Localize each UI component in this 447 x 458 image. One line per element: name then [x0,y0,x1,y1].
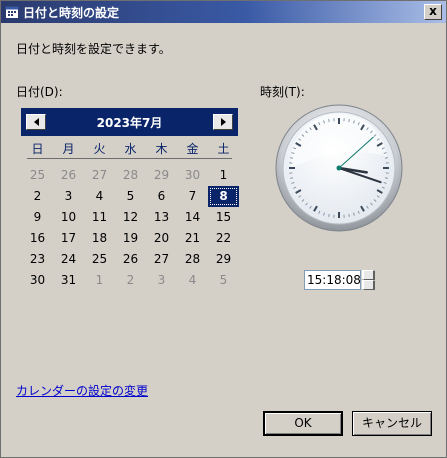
title-bar: 日付と時刻の設定 x [1,1,446,23]
calendar-day[interactable]: 5 [115,186,146,207]
ok-button[interactable]: OK [263,411,343,436]
calendar-day[interactable]: 4 [177,270,208,291]
calendar-day[interactable]: 20 [146,228,177,249]
weekday-label: 土 [217,142,230,156]
calendar-day[interactable]: 8 [208,186,239,207]
calendar-day[interactable]: 6 [146,186,177,207]
calendar-day[interactable]: 21 [177,228,208,249]
clock-tick [384,177,389,179]
time-down-button[interactable] [362,280,375,290]
calendar-app-icon [5,6,19,19]
weekday-label: 日 [31,142,44,156]
dialog-description: 日付と時刻を設定できます。 [16,42,171,56]
calendar-day[interactable]: 24 [53,249,84,270]
calendar-day[interactable]: 22 [208,228,239,249]
calendar-day[interactable]: 31 [53,270,84,291]
calendar-day[interactable]: 26 [115,249,146,270]
calendar-day[interactable]: 17 [53,228,84,249]
clock-center [336,165,342,171]
clock-tick [289,177,294,179]
calendar-day[interactable]: 7 [177,186,208,207]
arrow-up-icon [363,270,374,280]
weekday-label: 金 [186,142,199,156]
weekday-label: 火 [93,142,106,156]
calendar-day[interactable]: 27 [146,249,177,270]
weekday-label: 水 [124,142,137,156]
calendar-day[interactable]: 2 [115,270,146,291]
change-calendar-settings-link[interactable]: カレンダーの設定の変更 [16,382,148,399]
time-up-button[interactable] [362,270,375,280]
clock-tick [328,118,330,123]
calendar-day[interactable]: 5 [208,270,239,291]
calendar-day[interactable]: 3 [146,270,177,291]
close-icon: x [429,4,437,18]
clock-tick [289,157,294,159]
time-spinner[interactable] [362,270,375,290]
time-input[interactable]: 15:18:08 [304,270,361,290]
calendar-day[interactable]: 25 [22,165,53,186]
cancel-button[interactable]: キャンセル [352,411,432,436]
calendar-day[interactable]: 28 [177,249,208,270]
time-label: 時刻(T): [260,85,305,99]
clock-tick [384,157,389,159]
date-time-dialog: 日付と時刻の設定 x 日付と時刻を設定できます。 日付(D): 時刻(T): 2… [0,0,447,458]
calendar-header: 2023年7月 [21,108,238,136]
calendar-day[interactable]: 2 [22,186,53,207]
calendar-day[interactable]: 29 [208,249,239,270]
calendar-day[interactable]: 18 [84,228,115,249]
calendar-day[interactable]: 25 [84,249,115,270]
clock-tick [348,213,350,218]
date-label: 日付(D): [16,85,63,99]
month-calendar: 2023年7月 日月火水木金土 25 26 27 28 29 30 1 2 3 4 5 6 7 8 9 10 1… [21,108,239,287]
calendar-day[interactable]: 28 [115,165,146,186]
calendar-day[interactable]: 1 [208,165,239,186]
close-button[interactable]: x [424,4,442,20]
calendar-day[interactable]: 9 [22,207,53,228]
window-title: 日付と時刻の設定 [23,6,120,20]
calendar-day[interactable]: 11 [84,207,115,228]
calendar-day[interactable]: 29 [146,165,177,186]
calendar-day[interactable]: 12 [115,207,146,228]
clock-tick [328,213,330,218]
calendar-day[interactable]: 27 [84,165,115,186]
calendar-day[interactable]: 23 [22,249,53,270]
weekday-label: 木 [155,142,168,156]
arrow-down-icon [363,280,374,290]
calendar-day[interactable]: 10 [53,207,84,228]
calendar-day[interactable]: 30 [177,165,208,186]
calendar-day[interactable]: 16 [22,228,53,249]
calendar-month-label: 2023年7月 [96,116,163,130]
clock-tick [348,118,350,123]
calendar-day[interactable]: 4 [84,186,115,207]
calendar-day[interactable]: 1 [84,270,115,291]
calendar-day[interactable]: 15 [208,207,239,228]
analog-clock [275,104,403,232]
calendar-day[interactable]: 26 [53,165,84,186]
weekday-divider [27,158,232,159]
weekday-label: 月 [62,142,75,156]
calendar-day[interactable]: 13 [146,207,177,228]
calendar-day[interactable]: 14 [177,207,208,228]
arrow-right-icon [220,118,226,126]
calendar-day[interactable]: 30 [22,270,53,291]
next-month-button[interactable] [213,114,233,130]
calendar-day[interactable]: 19 [115,228,146,249]
calendar-day[interactable]: 3 [53,186,84,207]
